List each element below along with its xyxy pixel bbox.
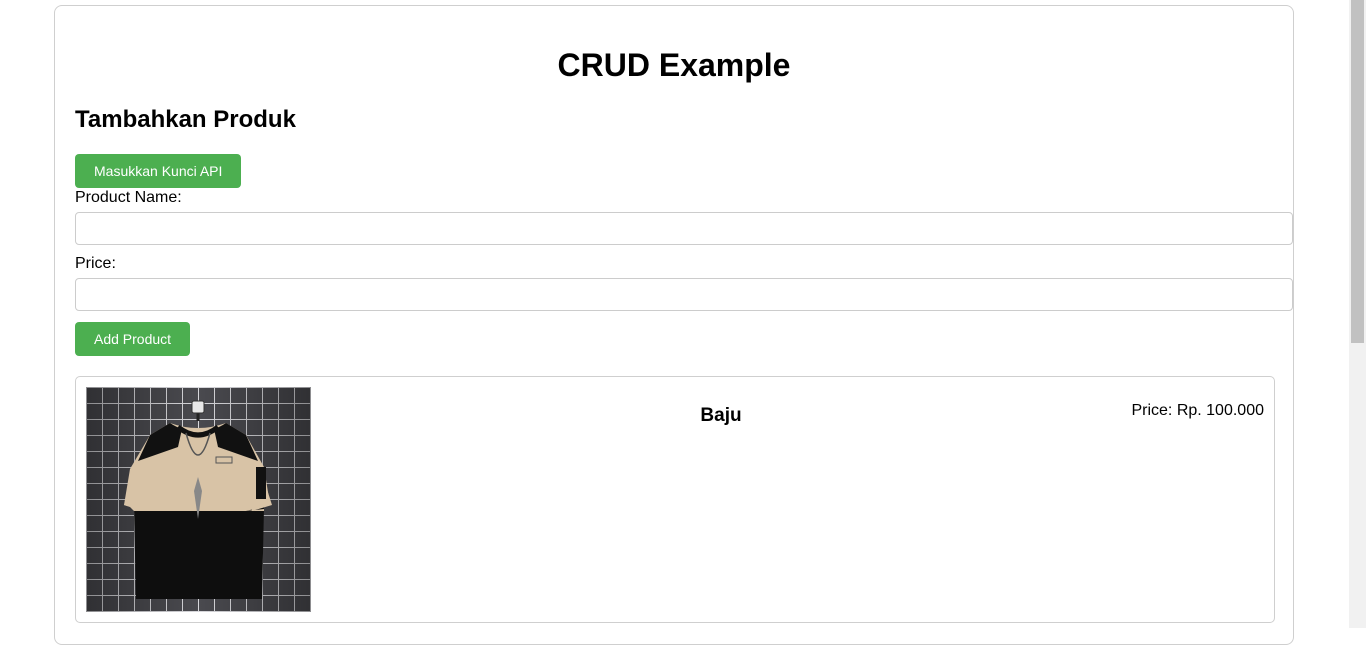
price-label: Price: [75,255,116,272]
product-price: Price: Rp. 100.000 [1131,402,1264,419]
product-card: Baju Price: Rp. 100.000 [75,376,1275,623]
price-input[interactable] [75,278,1293,311]
product-name-input[interactable] [75,212,1293,245]
main-container: CRUD Example Tambahkan Produk Masukkan K… [54,5,1294,645]
product-image [86,387,311,612]
enter-api-key-button[interactable]: Masukkan Kunci API [75,154,242,188]
section-title: Tambahkan Produk [75,106,296,133]
tshirt-photo-icon [86,387,311,612]
product-name: Baju [700,405,742,426]
scrollbar-thumb[interactable] [1351,0,1364,343]
product-name-label: Product Name: [75,189,182,206]
vertical-scrollbar[interactable] [1349,0,1366,628]
add-product-button[interactable]: Add Product [75,322,191,356]
page-title: CRUD Example [557,47,791,83]
